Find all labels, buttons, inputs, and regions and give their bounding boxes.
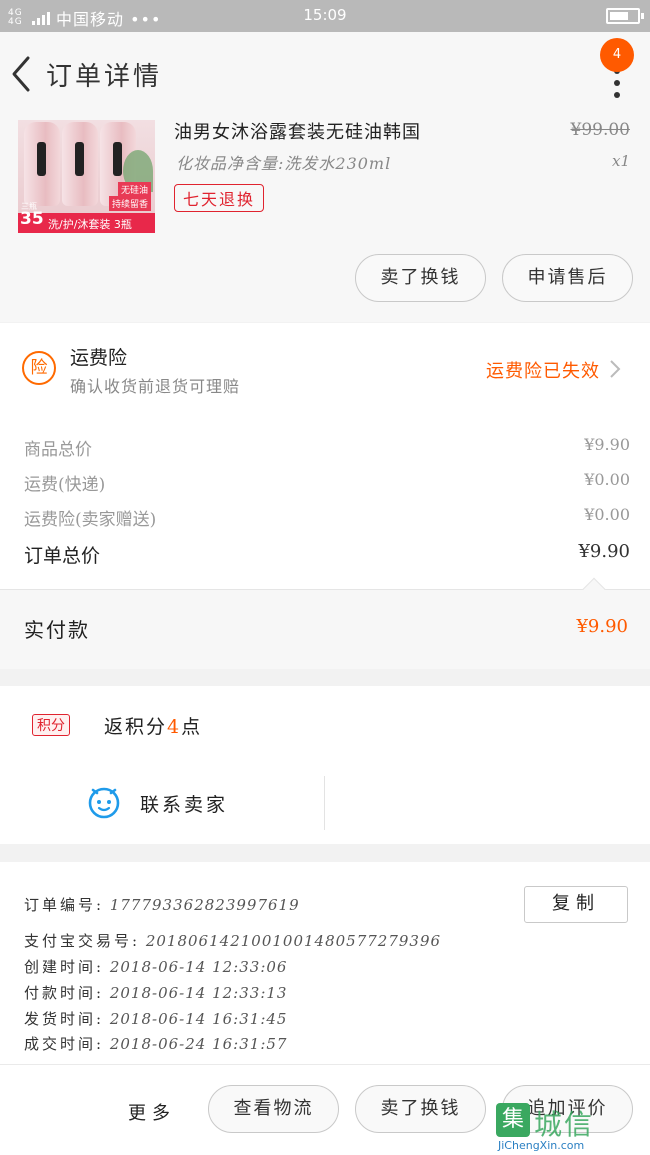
bottle-image [62, 122, 98, 206]
return-policy-tag: 七天退换 [174, 184, 265, 212]
order-number-row: 订单编号: 177793362823997619 [24, 894, 300, 915]
page-title: 订单详情 [46, 62, 163, 92]
fee-value: ¥9.90 [584, 435, 630, 454]
order-total-value: ¥9.90 [578, 541, 630, 562]
sell-for-cash-button[interactable]: 卖了换钱 [355, 254, 486, 302]
alipay-number-row: 支付宝交易号: 2018061421001001480577279396 [24, 930, 441, 951]
info-value: 2018-06-24 16:31:57 [109, 1035, 288, 1053]
info-label: 付款时间: [24, 984, 105, 1002]
thumb-desc: 洗/护/沐套装 3瓶 [48, 218, 132, 231]
fee-label: 运费险(卖家赠送) [24, 510, 157, 530]
insurance-subtitle: 确认收货前退货可理赔 [70, 377, 241, 396]
contact-seller-button[interactable]: 联系卖家 [140, 790, 228, 817]
more-button[interactable]: 更多 [128, 1099, 176, 1125]
product-name[interactable]: 油男女沐浴露套装无硅油韩国 [174, 118, 421, 144]
notification-badge[interactable]: 4 [600, 38, 634, 72]
nav-header: 订单详情 4 [0, 32, 650, 110]
paid-time-row: 付款时间: 2018-06-14 12:33:13 [24, 982, 287, 1003]
insurance-status[interactable]: 运费险已失效 [486, 357, 600, 383]
paid-value: ¥9.90 [576, 616, 628, 637]
points-number: 4 [167, 716, 182, 738]
original-price: ¥99.00 [570, 120, 630, 140]
insurance-icon: 险 [22, 351, 56, 385]
quantity: x1 [611, 152, 630, 170]
vertical-divider [324, 776, 325, 830]
watermark-logo: 集 [496, 1103, 530, 1137]
clock: 15:09 [303, 6, 347, 24]
status-bar: 4G 4G 中国移动 ••• 15:09 [0, 0, 650, 32]
watermark-text: 城信 [534, 1108, 595, 1141]
order-info-section: 订单编号: 177793362823997619 复制 支付宝交易号: 2018… [0, 862, 650, 1064]
fee-row: 商品总价 ¥9.90 [24, 435, 630, 460]
info-label: 创建时间: [24, 958, 105, 976]
points-prefix: 返积分 [104, 716, 168, 738]
points-text: 返积分4点 [104, 712, 202, 739]
fee-value: ¥0.00 [584, 470, 630, 489]
order-total-row: 订单总价 ¥9.90 [24, 541, 630, 568]
shipped-time-row: 发货时间: 2018-06-14 16:31:45 [24, 1008, 287, 1029]
completed-time-row: 成交时间: 2018-06-24 16:31:57 [24, 1033, 287, 1054]
info-value: 2018-06-14 12:33:06 [109, 958, 288, 976]
fee-row: 运费险(卖家赠送) ¥0.00 [24, 505, 630, 530]
fee-label: 商品总价 [24, 440, 92, 460]
info-value: 177793362823997619 [109, 896, 300, 914]
points-suffix: 点 [181, 716, 203, 738]
view-logistics-button[interactable]: 查看物流 [208, 1085, 339, 1133]
thumb-tag: 持续留香 [108, 196, 151, 211]
thumb-tag: 无硅油 [117, 182, 151, 197]
insurance-title: 运费险 [70, 347, 128, 369]
site-watermark: 集 城信 JiChengXin.com [496, 1099, 646, 1152]
info-value: 2018061421001001480577279396 [145, 932, 442, 950]
paid-section: 实付款 ¥9.90 [0, 577, 650, 669]
chevron-right-icon[interactable] [608, 359, 622, 379]
info-label: 成交时间: [24, 1035, 105, 1053]
fee-value: ¥0.00 [584, 505, 630, 524]
created-time-row: 创建时间: 2018-06-14 12:33:06 [24, 956, 287, 977]
after-sale-button[interactable]: 申请售后 [502, 254, 633, 302]
points-section: 积分 返积分4点 联系卖家 [0, 686, 650, 844]
order-total-label: 订单总价 [24, 545, 101, 567]
product-card[interactable]: 无硅油 持续留香 三瓶 35 洗/护/沐套装 3瓶 油男女沐浴露套装无硅油韩国 … [0, 110, 650, 322]
battery-icon [606, 8, 644, 24]
info-label: 发货时间: [24, 1010, 105, 1028]
info-label: 支付宝交易号: [24, 932, 141, 950]
product-spec: 化妆品净含量:洗发水230ml [176, 154, 392, 173]
fee-label: 运费(快递) [24, 475, 106, 495]
fee-row: 运费(快递) ¥0.00 [24, 470, 630, 495]
product-thumbnail[interactable]: 无硅油 持续留香 三瓶 35 洗/护/沐套装 3瓶 [18, 120, 155, 233]
info-value: 2018-06-14 16:31:45 [109, 1010, 288, 1028]
points-badge: 积分 [32, 714, 70, 736]
chat-face-icon[interactable] [86, 784, 122, 820]
copy-button[interactable]: 复制 [524, 886, 628, 923]
info-value: 2018-06-14 12:33:13 [109, 984, 288, 1002]
thumb-price: 35 [20, 209, 44, 229]
watermark-url: JiChengXin.com [498, 1139, 585, 1152]
bottle-image [24, 122, 60, 206]
info-label: 订单编号: [24, 896, 105, 914]
sell-for-cash-button[interactable]: 卖了换钱 [355, 1085, 486, 1133]
thumb-strip: 三瓶 35 洗/护/沐套装 3瓶 [18, 202, 155, 233]
back-arrow-icon[interactable] [8, 54, 38, 94]
paid-label: 实付款 [24, 618, 90, 642]
more-menu-icon[interactable] [614, 68, 622, 98]
